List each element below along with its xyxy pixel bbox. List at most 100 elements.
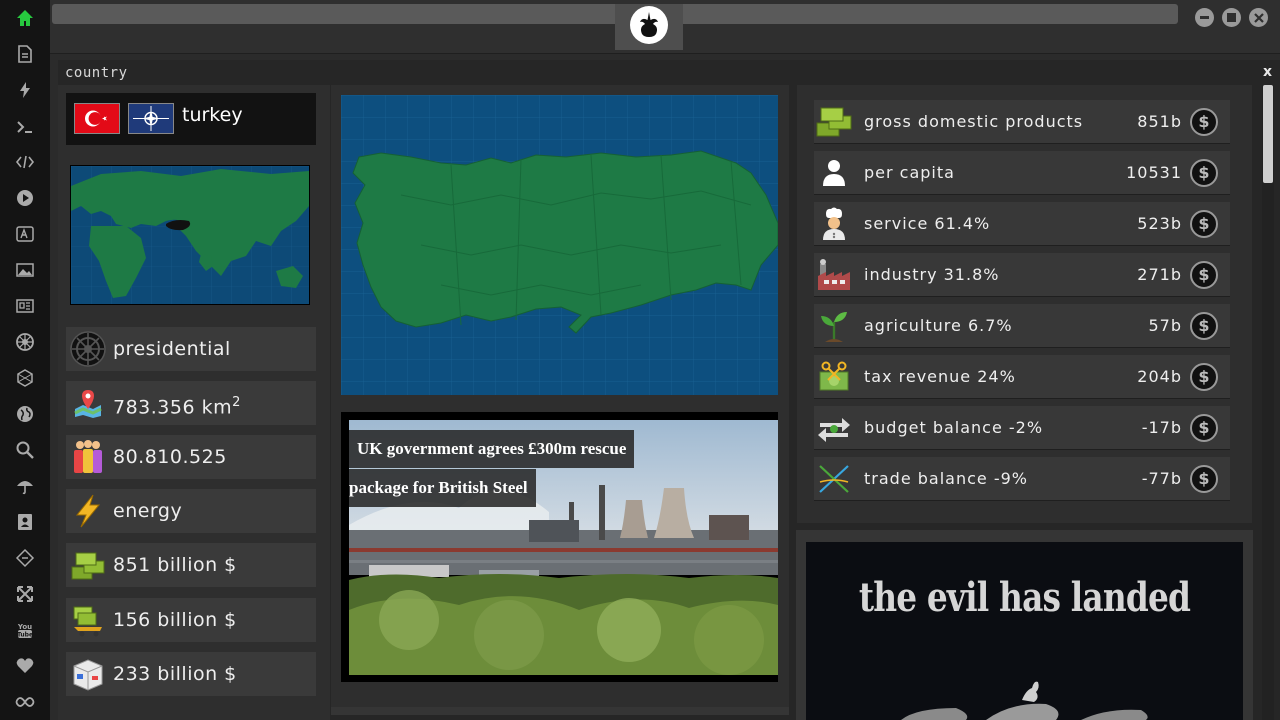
dollar-coin-button[interactable]: $ bbox=[1190, 414, 1218, 442]
population-icon bbox=[70, 439, 106, 475]
population-stat: 80.810.525 bbox=[66, 435, 316, 479]
translate-icon[interactable] bbox=[13, 222, 37, 246]
dollar-coin-button[interactable]: $ bbox=[1190, 261, 1218, 289]
dollar-coin-button[interactable]: $ bbox=[1190, 465, 1218, 493]
dollar-coin-button[interactable]: $ bbox=[1190, 210, 1218, 238]
dollar-coin-button[interactable]: $ bbox=[1190, 363, 1218, 391]
promo-banner[interactable]: the evil has landed bbox=[806, 542, 1243, 720]
government-type: presidential bbox=[113, 338, 231, 360]
econ-label: tax revenue 24% bbox=[864, 367, 1016, 386]
shipping-box-icon bbox=[70, 656, 106, 692]
maximize-button[interactable] bbox=[1222, 8, 1241, 27]
rebel-alliance-icon bbox=[630, 6, 668, 44]
promo-title: the evil has landed bbox=[858, 574, 1191, 621]
tax-icon bbox=[814, 357, 854, 397]
promo-panel: the evil has landed bbox=[796, 530, 1253, 720]
map-pin-icon bbox=[70, 385, 106, 421]
country-header: turkey bbox=[66, 93, 316, 145]
umbrella-icon[interactable] bbox=[13, 474, 37, 498]
balance-arrows-icon bbox=[814, 408, 854, 448]
econ-row-gdp: gross domestic products 851b $ bbox=[814, 100, 1230, 144]
window-title: country bbox=[65, 65, 128, 81]
search-icon[interactable] bbox=[13, 438, 37, 462]
energy-label: energy bbox=[113, 500, 183, 522]
country-map[interactable] bbox=[341, 95, 778, 395]
government-stat: presidential bbox=[66, 327, 316, 371]
window-close-button[interactable]: x bbox=[1263, 64, 1272, 80]
empire-icon[interactable] bbox=[13, 330, 37, 354]
stat2-value: 156 billion $ bbox=[113, 609, 237, 631]
econ-row-tax: tax revenue 24% 204b $ bbox=[814, 355, 1230, 399]
econ-label: industry 31.8% bbox=[864, 265, 1000, 284]
stat3-value: 233 billion $ bbox=[113, 663, 237, 685]
econ-row-budget: budget balance -2% -17b $ bbox=[814, 406, 1230, 450]
close-window-button[interactable] bbox=[1249, 8, 1268, 27]
nato-flag-icon bbox=[128, 103, 174, 134]
statue-image bbox=[901, 681, 1148, 720]
image-icon[interactable] bbox=[13, 258, 37, 282]
country-name: turkey bbox=[182, 104, 243, 126]
terminal-icon[interactable] bbox=[13, 115, 37, 139]
rebel-emblem-button[interactable] bbox=[615, 4, 683, 50]
infinity-icon[interactable] bbox=[13, 690, 37, 714]
news-image: UK government agrees £300m rescue packag… bbox=[349, 420, 778, 675]
empire-emblem-icon bbox=[70, 331, 106, 367]
econ-label: budget balance -2% bbox=[864, 418, 1044, 437]
window-controls bbox=[1195, 8, 1268, 27]
energy-stat: energy bbox=[66, 489, 316, 533]
news-card[interactable]: UK government agrees £300m rescue packag… bbox=[341, 412, 778, 682]
econ-value: 57b bbox=[1148, 316, 1182, 335]
youtube-icon[interactable]: You Tube bbox=[13, 618, 37, 642]
code-icon[interactable] bbox=[13, 150, 37, 174]
person-icon bbox=[814, 153, 854, 193]
money-stack-icon bbox=[70, 547, 106, 583]
expand-icon[interactable] bbox=[13, 582, 37, 606]
area-stat: 783.356 km2 bbox=[66, 381, 316, 425]
chef-icon bbox=[814, 204, 854, 244]
diamond-code-icon[interactable] bbox=[13, 546, 37, 570]
top-bar bbox=[50, 0, 1280, 54]
heart-icon[interactable] bbox=[13, 654, 37, 678]
dollar-coin-button[interactable]: $ bbox=[1190, 108, 1218, 136]
svg-text:You: You bbox=[17, 623, 32, 631]
turkey-flag-icon bbox=[74, 103, 120, 134]
panel-divider bbox=[331, 707, 789, 715]
econ-label: trade balance -9% bbox=[864, 469, 1028, 488]
econ-row-service: service 61.4% 523b $ bbox=[814, 202, 1230, 246]
economy-panel: gross domestic products 851b $ per capit… bbox=[797, 85, 1252, 523]
map-news-panel: UK government agrees £300m rescue packag… bbox=[331, 85, 789, 715]
econ-value: -17b bbox=[1141, 418, 1182, 437]
econ-row-agriculture: agriculture 6.7% 57b $ bbox=[814, 304, 1230, 348]
document-icon[interactable] bbox=[13, 42, 37, 66]
home-icon[interactable] bbox=[13, 6, 37, 30]
lightning-bolt-icon bbox=[70, 493, 106, 529]
scrollbar-thumb[interactable] bbox=[1263, 85, 1273, 183]
world-minimap[interactable] bbox=[70, 165, 310, 305]
minimize-button[interactable] bbox=[1195, 8, 1214, 27]
hexagon-icon[interactable] bbox=[13, 366, 37, 390]
econ-row-trade: trade balance -9% -77b $ bbox=[814, 457, 1230, 501]
news-headline-line2: package for British Steel bbox=[349, 469, 536, 507]
econ-label: agriculture 6.7% bbox=[864, 316, 1013, 335]
plant-icon bbox=[814, 306, 854, 346]
trade-icon bbox=[814, 459, 854, 499]
dollar-coin-button[interactable]: $ bbox=[1190, 312, 1218, 340]
dollar-coin-button[interactable]: $ bbox=[1190, 159, 1218, 187]
econ-value: 523b bbox=[1137, 214, 1182, 233]
econ-value: 204b bbox=[1137, 367, 1182, 386]
app-sidebar: You Tube bbox=[0, 0, 50, 720]
export-stat: 233 billion $ bbox=[66, 652, 316, 696]
econ-label: service 61.4% bbox=[864, 214, 991, 233]
money-stack-icon bbox=[814, 102, 854, 142]
country-summary-panel: turkey presidential 783.356 km2 80.810.5… bbox=[58, 85, 330, 720]
econ-value: -77b bbox=[1141, 469, 1182, 488]
area-value: 783.356 km2 bbox=[113, 395, 241, 419]
news-icon[interactable] bbox=[13, 294, 37, 318]
econ-row-industry: industry 31.8% 271b $ bbox=[814, 253, 1230, 297]
gdp-value: 851 billion $ bbox=[113, 554, 237, 576]
play-icon[interactable] bbox=[13, 186, 37, 210]
lightning-icon[interactable] bbox=[13, 78, 37, 102]
contacts-icon[interactable] bbox=[13, 510, 37, 534]
population-value: 80.810.525 bbox=[113, 446, 227, 468]
globe-icon[interactable] bbox=[13, 402, 37, 426]
